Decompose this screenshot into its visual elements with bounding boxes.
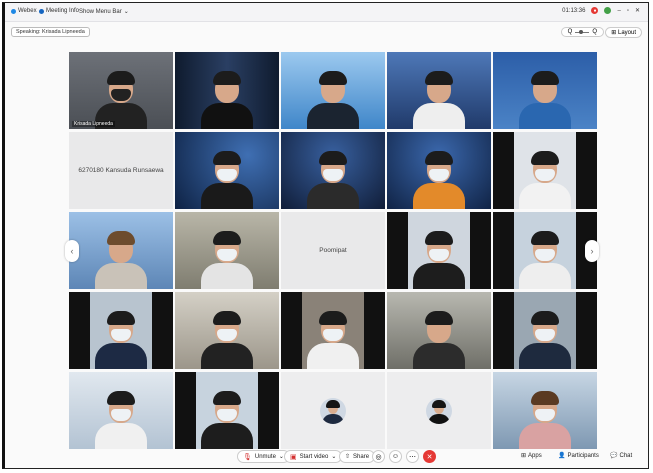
participant-video-tile[interactable] (387, 292, 491, 369)
apps-icon: ⊞ (521, 453, 527, 459)
participants-label: Participants (567, 452, 599, 459)
participant-name-label: Krisada Lipneeda (72, 121, 115, 127)
meeting-header: Speaking: Krisada Lipneeda Q Q ⊞ Layout (5, 22, 648, 42)
participant-name-text: Poomipat (319, 247, 347, 254)
chevron-down-icon[interactable]: ⌄ (331, 453, 336, 460)
share-button[interactable]: ⇧ Share (339, 450, 376, 463)
show-menu-bar-button[interactable]: Show Menu Bar ⌄ (79, 8, 129, 16)
participant-avatar-tile[interactable] (387, 372, 491, 449)
video-off-icon: ▣ (290, 453, 297, 461)
close-icon: ✕ (426, 453, 433, 461)
chat-icon: 💬 (610, 453, 618, 459)
meeting-info-label: Meeting Info (46, 8, 80, 14)
share-label: Share (353, 453, 370, 460)
avatar (320, 397, 346, 424)
layout-label: Layout (617, 30, 636, 36)
start-video-label: Start video (299, 453, 329, 460)
more-icon: ⋯ (409, 453, 416, 461)
unmute-label: Unmute (254, 453, 276, 460)
unmute-button[interactable]: 🎙 Unmute ⌄ (237, 450, 290, 463)
smiley-icon: ☺ (391, 453, 400, 460)
participant-video-tile[interactable] (387, 212, 491, 289)
chevron-down-icon: ⌄ (123, 9, 129, 15)
participant-video-tile[interactable] (175, 212, 279, 289)
zoom-out-icon[interactable]: Q (568, 29, 573, 35)
meeting-controls: 🎙 Unmute ⌄ ▣ Start video ⌄ ⇧ Share ◎ ☺ ⋯… (5, 446, 648, 468)
webex-label: Webex (18, 8, 37, 14)
participant-video-tile[interactable] (175, 372, 279, 449)
minimize-icon[interactable]: – (617, 8, 620, 14)
title-bar-right: 01:13:36 ● – ▫ ✕ (562, 7, 640, 14)
participant-video-tile[interactable] (493, 372, 597, 449)
video-grid: Krisada Lipneeda 6270180 Kansuda Runsaew… (65, 52, 599, 450)
participant-video-tile[interactable] (493, 212, 597, 289)
participant-video-tile[interactable] (175, 132, 279, 209)
participant-video-tile[interactable] (493, 132, 597, 209)
close-icon[interactable]: ✕ (635, 7, 640, 14)
participant-name-text: 6270180 Kansuda Runsaewa (78, 167, 164, 174)
info-icon (39, 8, 44, 14)
zoom-slider-knob[interactable] (579, 29, 584, 34)
participant-video-tile[interactable] (493, 52, 597, 129)
reactions-button[interactable]: ☺ (389, 450, 402, 463)
record-icon: ◎ (375, 453, 382, 461)
participant-video-tile[interactable] (281, 292, 385, 369)
recording-icon: ● (591, 7, 599, 14)
participant-video-tile[interactable] (175, 52, 279, 129)
share-icon: ⇧ (345, 454, 351, 460)
participant-avatar-tile[interactable] (281, 372, 385, 449)
participant-video-tile[interactable]: Krisada Lipneeda (69, 52, 173, 129)
restore-icon[interactable]: ▫ (627, 8, 629, 14)
meeting-timer: 01:13:36 (562, 7, 586, 14)
title-bar: Webex Meeting Info Show Menu Bar ⌄ 01:13… (5, 3, 648, 22)
meeting-info-button[interactable]: Meeting Info (39, 8, 79, 14)
participants-icon: 👤 (558, 453, 566, 459)
layout-button[interactable]: ⊞ Layout (605, 27, 642, 38)
participant-video-tile[interactable] (281, 52, 385, 129)
participants-button[interactable]: 👤 Participants (558, 452, 599, 460)
leave-meeting-button[interactable]: ✕ (423, 450, 436, 463)
apps-label: Apps (528, 452, 542, 459)
speaking-indicator: Speaking: Krisada Lipneeda (11, 27, 90, 37)
webex-meeting-window: Webex Meeting Info Show Menu Bar ⌄ 01:13… (2, 2, 649, 469)
participant-video-tile[interactable] (281, 132, 385, 209)
participant-video-tile[interactable] (387, 52, 491, 129)
participant-video-tile[interactable] (69, 292, 173, 369)
webex-menu[interactable]: Webex (11, 8, 37, 14)
zoom-in-icon[interactable]: Q (592, 29, 597, 35)
microphone-muted-icon: 🎙 (243, 453, 252, 461)
chat-label: Chat (619, 452, 633, 459)
participant-name-tile[interactable]: Poomipat (281, 212, 385, 289)
webex-logo-icon (11, 8, 16, 14)
zoom-slider[interactable] (575, 29, 590, 34)
record-button[interactable]: ◎ (372, 450, 385, 463)
zoom-control[interactable]: Q Q (560, 27, 604, 37)
participant-video-tile[interactable] (69, 372, 173, 449)
show-menu-bar-label: Show Menu Bar (79, 8, 122, 15)
apps-button[interactable]: ⊞ Apps (521, 452, 542, 460)
chat-button[interactable]: 💬 Chat (610, 452, 633, 460)
participant-video-tile[interactable] (387, 132, 491, 209)
previous-page-arrow[interactable]: ‹ (65, 240, 79, 262)
participant-video-tile[interactable] (69, 212, 173, 289)
start-video-button[interactable]: ▣ Start video ⌄ (284, 450, 343, 463)
more-options-button[interactable]: ⋯ (406, 450, 419, 463)
avatar (426, 397, 452, 424)
participant-video-tile[interactable] (175, 292, 279, 369)
next-page-arrow[interactable]: › (585, 240, 599, 262)
participant-video-tile[interactable] (493, 292, 597, 369)
grid-icon: ⊞ (611, 30, 617, 36)
status-icon (604, 7, 612, 14)
participant-name-tile[interactable]: 6270180 Kansuda Runsaewa (69, 132, 173, 209)
